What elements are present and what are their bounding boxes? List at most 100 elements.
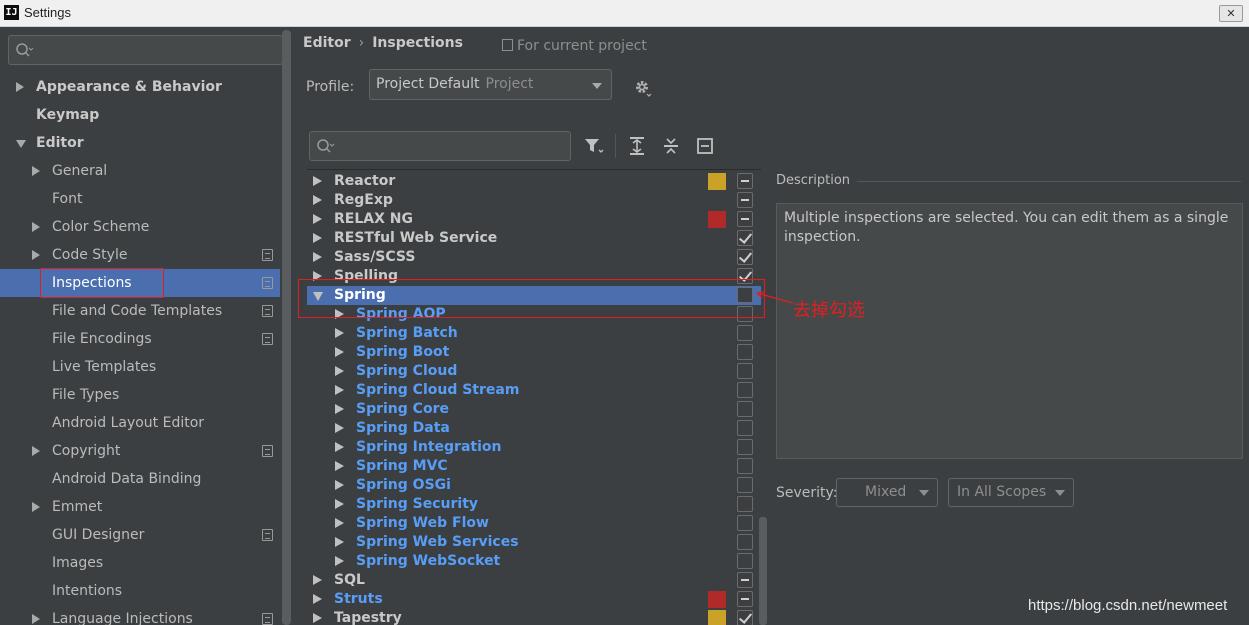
chevron-right-icon[interactable] [335, 518, 344, 528]
chevron-right-icon[interactable] [335, 499, 344, 509]
reset-icon[interactable] [694, 135, 716, 157]
enable-checkbox[interactable] [737, 401, 753, 417]
sidebar-scrollbar[interactable] [282, 30, 291, 625]
enable-checkbox[interactable] [737, 534, 753, 550]
enable-checkbox[interactable] [737, 477, 753, 493]
enable-checkbox[interactable] [737, 496, 753, 512]
tree-row[interactable]: Spring Data [307, 419, 761, 438]
chevron-right-icon[interactable] [32, 446, 40, 456]
enable-checkbox[interactable] [737, 420, 753, 436]
sidebar-item-keymap[interactable]: Keymap [0, 101, 280, 129]
enable-checkbox[interactable] [737, 230, 753, 246]
chevron-right-icon[interactable] [313, 594, 322, 604]
chevron-right-icon[interactable] [313, 252, 322, 262]
chevron-right-icon[interactable] [32, 502, 40, 512]
tree-row[interactable]: RESTful Web Service [307, 229, 761, 248]
enable-checkbox[interactable] [737, 173, 753, 189]
chevron-right-icon[interactable] [313, 613, 322, 623]
close-button[interactable]: ✕ [1219, 5, 1243, 22]
enable-checkbox[interactable] [737, 192, 753, 208]
chevron-right-icon[interactable] [32, 166, 40, 176]
enable-checkbox[interactable] [737, 515, 753, 531]
sidebar-item-android-layout-editor[interactable]: Android Layout Editor [0, 409, 280, 437]
sidebar-item-intentions[interactable]: Intentions [0, 577, 280, 605]
enable-checkbox[interactable] [737, 572, 753, 588]
tree-row[interactable]: Spring Batch [307, 324, 761, 343]
chevron-right-icon[interactable] [335, 347, 344, 357]
sidebar-item-file-encodings[interactable]: File Encodings [0, 325, 280, 353]
sidebar-item-file-and-code-templates[interactable]: File and Code Templates [0, 297, 280, 325]
profile-select[interactable]: Project Default Project [369, 69, 612, 100]
enable-checkbox[interactable] [737, 553, 753, 569]
tree-row[interactable]: Spring Cloud [307, 362, 761, 381]
chevron-right-icon[interactable] [32, 222, 40, 232]
inspection-search-input[interactable] [309, 131, 571, 161]
gear-icon[interactable] [633, 78, 653, 98]
chevron-right-icon[interactable] [313, 214, 322, 224]
tree-row[interactable]: Spring Boot [307, 343, 761, 362]
tree-row[interactable]: Spring Integration [307, 438, 761, 457]
chevron-right-icon[interactable] [32, 614, 40, 624]
enable-checkbox[interactable] [737, 363, 753, 379]
tree-row[interactable]: Spring Web Flow [307, 514, 761, 533]
tree-row[interactable]: Spring Security [307, 495, 761, 514]
chevron-right-icon[interactable] [335, 423, 344, 433]
sidebar-item-font[interactable]: Font [0, 185, 280, 213]
chevron-right-icon[interactable] [313, 575, 322, 585]
sidebar-item-live-templates[interactable]: Live Templates [0, 353, 280, 381]
chevron-right-icon[interactable] [335, 556, 344, 566]
sidebar-item-appearance-behavior[interactable]: Appearance & Behavior [0, 73, 280, 101]
tree-row[interactable]: Spring Cloud Stream [307, 381, 761, 400]
tree-row[interactable]: Sass/SCSS [307, 248, 761, 267]
tree-row[interactable]: Spring OSGi [307, 476, 761, 495]
chevron-right-icon[interactable] [313, 195, 322, 205]
enable-checkbox[interactable] [737, 211, 753, 227]
chevron-down-icon[interactable] [16, 140, 26, 148]
sidebar-item-editor[interactable]: Editor [0, 129, 280, 157]
sidebar-item-copyright[interactable]: Copyright [0, 437, 280, 465]
tree-row[interactable]: Tapestry [307, 609, 761, 625]
tree-scrollbar[interactable] [759, 517, 767, 625]
chevron-right-icon[interactable] [335, 366, 344, 376]
tree-row[interactable]: Spring Core [307, 400, 761, 419]
enable-checkbox[interactable] [737, 249, 753, 265]
chevron-right-icon[interactable] [313, 176, 322, 186]
enable-checkbox[interactable] [737, 610, 753, 625]
tree-row[interactable]: RegExp [307, 191, 761, 210]
chevron-right-icon[interactable] [335, 385, 344, 395]
sidebar-item-android-data-binding[interactable]: Android Data Binding [0, 465, 280, 493]
enable-checkbox[interactable] [737, 591, 753, 607]
sidebar-item-code-style[interactable]: Code Style [0, 241, 280, 269]
filter-icon[interactable] [583, 135, 605, 157]
chevron-right-icon[interactable] [335, 442, 344, 452]
expand-all-icon[interactable] [626, 135, 648, 157]
chevron-right-icon[interactable] [335, 480, 344, 490]
sidebar-item-images[interactable]: Images [0, 549, 280, 577]
sidebar-search-input[interactable] [8, 35, 283, 65]
sidebar-item-gui-designer[interactable]: GUI Designer [0, 521, 280, 549]
tree-row[interactable]: RELAX NG [307, 210, 761, 229]
chevron-right-icon[interactable] [335, 404, 344, 414]
chevron-right-icon[interactable] [313, 233, 322, 243]
scope-select[interactable]: In All Scopes [948, 478, 1074, 507]
sidebar-item-language-injections[interactable]: Language Injections [0, 605, 280, 625]
sidebar-item-general[interactable]: General [0, 157, 280, 185]
enable-checkbox[interactable] [737, 439, 753, 455]
chevron-right-icon[interactable] [32, 250, 40, 260]
collapse-all-icon[interactable] [660, 135, 682, 157]
tree-row[interactable]: Spring WebSocket [307, 552, 761, 571]
sidebar-item-file-types[interactable]: File Types [0, 381, 280, 409]
enable-checkbox[interactable] [737, 458, 753, 474]
enable-checkbox[interactable] [737, 382, 753, 398]
chevron-right-icon[interactable] [335, 328, 344, 338]
sidebar-item-color-scheme[interactable]: Color Scheme [0, 213, 280, 241]
tree-row[interactable]: Spring MVC [307, 457, 761, 476]
chevron-right-icon[interactable] [335, 461, 344, 471]
severity-select[interactable]: Mixed [836, 478, 938, 507]
enable-checkbox[interactable] [737, 325, 753, 341]
enable-checkbox[interactable] [737, 344, 753, 360]
tree-row[interactable]: Struts [307, 590, 761, 609]
breadcrumb-editor[interactable]: Editor [303, 35, 351, 51]
tree-row[interactable]: SQL [307, 571, 761, 590]
tree-row[interactable]: Spring Web Services [307, 533, 761, 552]
